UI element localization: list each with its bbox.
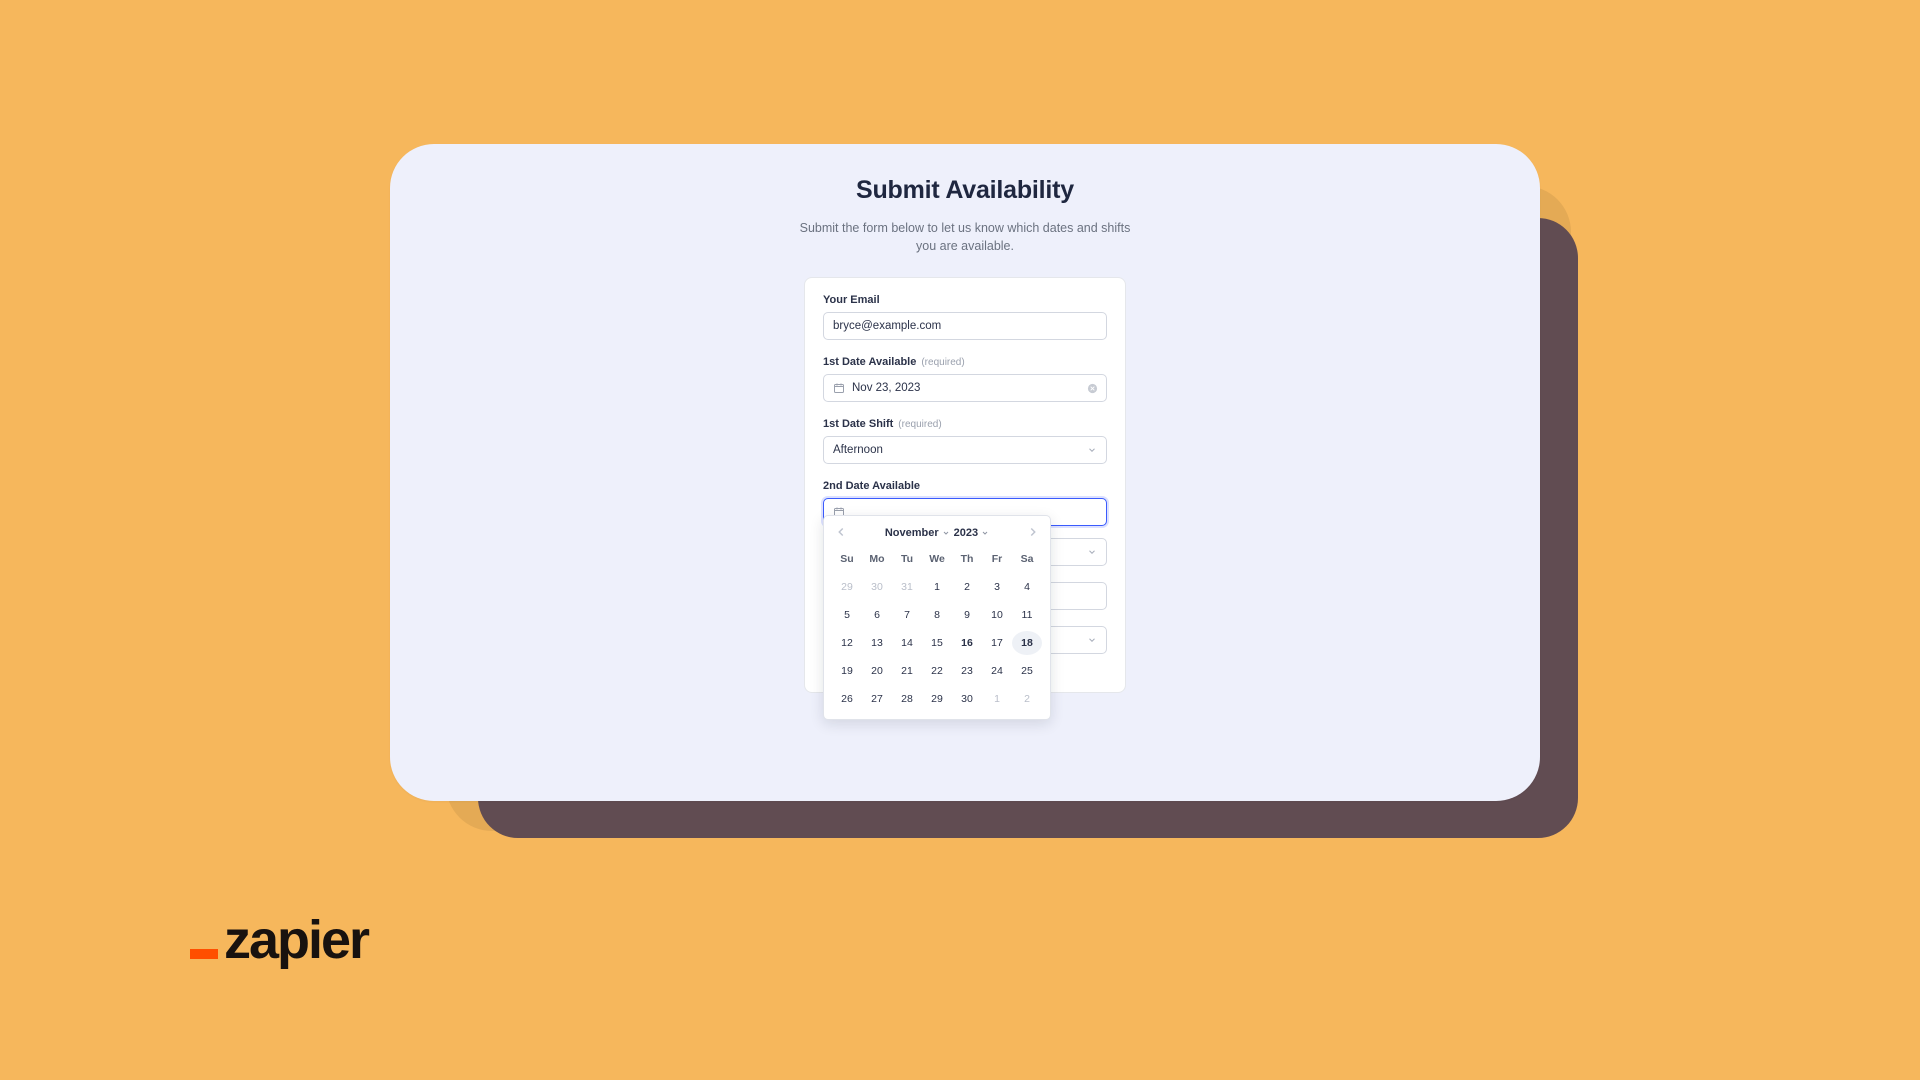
calendar-day[interactable]: 14 [892,631,922,655]
calendar-month-label: November [885,527,939,539]
date1-label: 1st Date Available [823,356,916,368]
calendar-day[interactable]: 12 [832,631,862,655]
calendar-day[interactable]: 26 [832,687,862,711]
app-window-inner: Submit Availability Submit the form belo… [390,144,1540,801]
calendar-day: 31 [892,575,922,599]
date1-input[interactable]: Nov 23, 2023 [823,374,1107,402]
calendar-dow: Tu [892,547,922,571]
chevron-down-icon [1087,635,1097,645]
date1-required: (required) [921,357,964,368]
calendar-day: 2 [1012,687,1042,711]
date2-label: 2nd Date Available [823,480,920,492]
calendar-icon [833,382,845,394]
calendar-day[interactable]: 11 [1012,603,1042,627]
calendar-prev-button[interactable] [834,525,848,539]
calendar-day[interactable]: 4 [1012,575,1042,599]
page-description-line2: you are available. [916,239,1014,253]
calendar-day: 1 [982,687,1012,711]
email-label: Your Email [823,294,880,306]
shift1-required: (required) [898,419,941,430]
calendar-day[interactable]: 20 [862,659,892,683]
field-date1: 1st Date Available (required) Nov 23, 20… [823,356,1107,402]
field-date2: 2nd Date Available [823,480,1107,526]
calendar-day[interactable]: 29 [922,687,952,711]
chevron-down-icon [942,529,950,537]
calendar-next-button[interactable] [1026,525,1040,539]
calendar-day[interactable]: 1 [922,575,952,599]
calendar-day: 30 [862,575,892,599]
calendar-day[interactable]: 7 [892,603,922,627]
calendar-day[interactable]: 22 [922,659,952,683]
calendar-year-label: 2023 [954,527,978,539]
chevron-down-icon [1087,547,1097,557]
calendar-day[interactable]: 25 [1012,659,1042,683]
zapier-logo: zapier [190,916,368,965]
clear-date-icon[interactable] [1087,383,1098,394]
chevron-down-icon [981,529,989,537]
email-input-wrap[interactable] [823,312,1107,340]
email-input[interactable] [833,320,1097,332]
calendar-day[interactable]: 6 [862,603,892,627]
field-shift1: 1st Date Shift (required) Afternoon [823,418,1107,464]
calendar-day[interactable]: 28 [892,687,922,711]
app-window: Submit Availability Submit the form belo… [390,144,1540,801]
calendar-day[interactable]: 9 [952,603,982,627]
calendar-day[interactable]: 27 [862,687,892,711]
field-email: Your Email [823,294,1107,340]
calendar-day[interactable]: 30 [952,687,982,711]
calendar-grid: SuMoTuWeThFrSa29303112345678910111213141… [832,547,1042,711]
calendar-day[interactable]: 15 [922,631,952,655]
calendar-day[interactable]: 10 [982,603,1012,627]
shift1-select[interactable]: Afternoon [823,436,1107,464]
page-description: Submit the form below to let us know whi… [800,219,1131,255]
calendar-day[interactable]: 2 [952,575,982,599]
calendar-day[interactable]: 21 [892,659,922,683]
date1-value: Nov 23, 2023 [852,382,920,394]
calendar-dow: Su [832,547,862,571]
calendar-dow: Th [952,547,982,571]
calendar-day[interactable]: 5 [832,603,862,627]
canvas: Submit Availability Submit the form belo… [0,0,1920,1080]
calendar-dow: Fr [982,547,1012,571]
calendar-day[interactable]: 13 [862,631,892,655]
calendar-year-select[interactable]: 2023 [954,527,989,539]
calendar-day[interactable]: 17 [982,631,1012,655]
calendar-day[interactable]: 18 [1012,631,1042,655]
zapier-underscore-icon [190,949,218,959]
calendar-day[interactable]: 19 [832,659,862,683]
form-card: Your Email 1st Date Available (required) [804,277,1126,693]
calendar-popup: November 2023 SuMoTuWeThFrSa29303 [823,515,1051,720]
calendar-day[interactable]: 16 [952,631,982,655]
calendar-day[interactable]: 23 [952,659,982,683]
chevron-down-icon [1087,445,1097,455]
page-description-line1: Submit the form below to let us know whi… [800,221,1131,235]
calendar-day: 29 [832,575,862,599]
calendar-dow: We [922,547,952,571]
calendar-dow: Sa [1012,547,1042,571]
calendar-day[interactable]: 3 [982,575,1012,599]
shift1-value: Afternoon [833,444,883,456]
calendar-month-select[interactable]: November [885,527,950,539]
calendar-header: November 2023 [832,523,1042,543]
calendar-dow: Mo [862,547,892,571]
calendar-day[interactable]: 24 [982,659,1012,683]
calendar-day[interactable]: 8 [922,603,952,627]
shift1-label: 1st Date Shift [823,418,893,430]
page-title: Submit Availability [856,176,1074,205]
zapier-wordmark: zapier [224,916,368,965]
